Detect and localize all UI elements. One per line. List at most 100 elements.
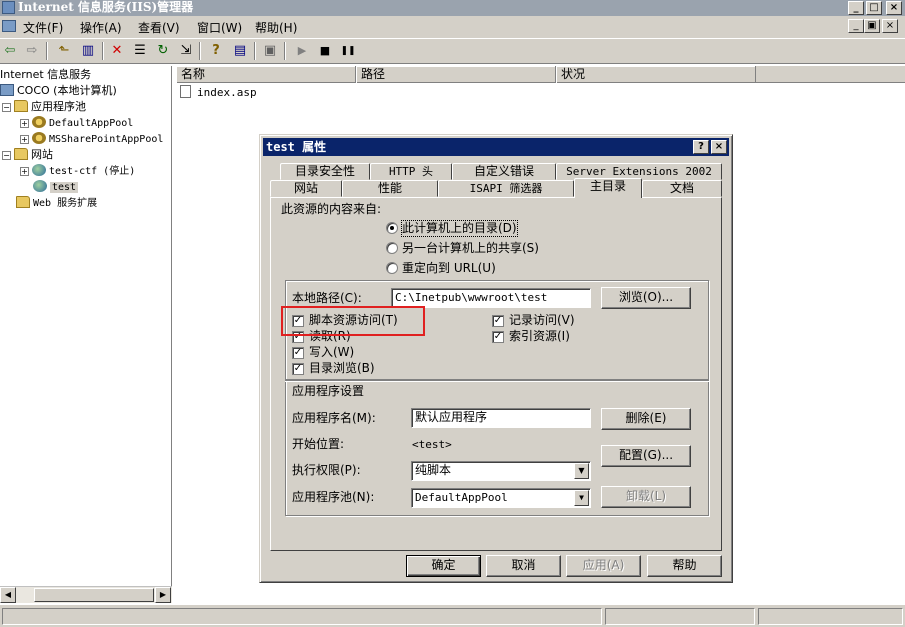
toolbar: ⇦ ⇨ ⬑ ▥ ✕ ☰ ↻ ⇲ ? ▤ ▣ ▶ ■ ❚❚ [0,38,905,64]
radio-label-local-directory[interactable]: 此计算机上的目录(D) [401,220,518,237]
app-pool-label: 应用程序池(N): [292,490,375,504]
toolbar-separator [46,42,48,60]
configuration-button[interactable]: 配置(G)... [601,445,691,467]
unload-button[interactable]: 卸载(L) [601,486,691,508]
checkbox-label-index-resource[interactable]: 索引资源(I) [509,329,570,344]
console-icon[interactable]: ▤ [232,43,248,59]
checkbox-label-log-visits[interactable]: 记录访问(V) [509,313,575,328]
collapse-icon[interactable]: − [2,103,11,112]
export-icon[interactable]: ⇲ [178,43,194,59]
list-header: 名称 路径 状况 [176,66,905,83]
help-icon[interactable]: ? [208,43,224,59]
tree-label: Web 服务扩展 [33,198,98,209]
scroll-right-icon[interactable]: ▶ [155,587,171,603]
tab-http-headers[interactable]: HTTP 头 [370,163,452,180]
toolbar-separator [284,42,286,60]
checkbox-label-directory-browsing[interactable]: 目录浏览(B) [309,361,375,376]
stop-icon[interactable]: ■ [317,43,333,59]
mdi-minimize-button[interactable]: _ [848,19,864,33]
tab-performance[interactable]: 性能 [342,180,438,197]
scroll-left-icon[interactable]: ◀ [0,587,16,603]
menu-action[interactable]: 操作(A) [80,19,122,36]
scrollbar-thumb[interactable] [34,588,154,602]
expand-icon[interactable]: + [20,167,29,176]
properties-icon[interactable]: ☰ [132,43,148,59]
column-header-status[interactable]: 状况 [556,66,756,83]
back-icon[interactable]: ⇦ [2,43,18,59]
radio-label-network-share[interactable]: 另一台计算机上的共享(S) [402,241,539,256]
tab-documents[interactable]: 文档 [642,180,722,197]
tab-custom-errors[interactable]: 自定义错误 [452,163,556,180]
dialog-close-button[interactable]: × [711,140,727,154]
app-pool-icon [32,132,46,144]
radio-label-redirect-url[interactable]: 重定向到 URL(U) [402,261,496,276]
folder-icon [14,100,28,112]
forward-icon[interactable]: ⇨ [24,43,40,59]
checkbox-directory-browsing[interactable]: ✓ [292,363,304,375]
tree-label: Internet 信息服务 [0,68,92,81]
tree-item-computer[interactable]: COCO (本地计算机) [0,83,117,99]
delete-icon[interactable]: ✕ [109,43,125,59]
radio-redirect-url[interactable] [386,262,398,274]
column-header-name[interactable]: 名称 [176,66,356,83]
tree-item-site-test[interactable]: test [33,179,79,195]
minimize-button[interactable]: _ [848,1,864,15]
radio-network-share[interactable] [386,242,398,254]
column-header-path[interactable]: 路径 [356,66,556,83]
menu-window[interactable]: 窗口(W) [197,19,242,36]
collapse-icon[interactable]: − [2,151,11,160]
console-icon [2,20,16,32]
tab-isapi-filters[interactable]: ISAPI 筛选器 [438,180,574,197]
menu-file[interactable]: 文件(F) [23,19,63,36]
expand-icon[interactable]: + [20,135,29,144]
menu-help[interactable]: 帮助(H) [255,19,297,36]
checkbox-label-write[interactable]: 写入(W) [309,345,354,360]
tree-item-websites[interactable]: − 网站 [2,147,53,163]
tree-item-web-extensions[interactable]: Web 服务扩展 [16,195,97,211]
radio-local-directory[interactable] [386,222,398,234]
tree-item-root[interactable]: Internet 信息服务 [0,67,91,83]
tree-item-app-pools[interactable]: − 应用程序池 [2,99,86,115]
maximize-button[interactable]: □ [866,1,882,15]
cancel-button[interactable]: 取消 [486,555,561,577]
up-folder-icon[interactable]: ⬑ [56,43,72,59]
execute-permissions-select[interactable]: 纯脚本 ▼ [411,461,591,481]
show-tree-icon[interactable]: ▥ [80,43,96,59]
list-item[interactable]: index.asp [180,85,257,101]
tree-item-pool-sharepoint[interactable]: + MSSharePointAppPool [20,131,163,147]
mdi-close-button[interactable]: × [882,19,898,33]
app-pool-select[interactable]: DefaultAppPool ▼ [411,488,591,508]
refresh-icon[interactable]: ↻ [155,43,171,59]
dialog-title-bar: test 属性 ? × [263,138,729,156]
checkbox-write[interactable]: ✓ [292,347,304,359]
ok-button[interactable]: 确定 [406,555,481,577]
checkbox-log-visits[interactable]: ✓ [492,315,504,327]
apply-button[interactable]: 应用(A) [566,555,641,577]
menu-view[interactable]: 查看(V) [138,19,180,36]
app-name-input[interactable]: 默认应用程序 [411,408,591,428]
pause-icon[interactable]: ❚❚ [340,43,356,59]
computer-icon[interactable]: ▣ [262,43,278,59]
iis-app-icon [2,1,15,14]
content-source-label: 此资源的内容来自: [281,202,382,216]
browse-button[interactable]: 浏览(O)... [601,287,691,309]
expand-icon[interactable]: + [20,119,29,128]
remove-button[interactable]: 删除(E) [601,408,691,430]
close-button[interactable]: × [886,1,902,15]
tab-website[interactable]: 网站 [270,180,342,197]
tree-item-site-test-ctf[interactable]: + test-ctf (停止) [20,163,135,179]
mdi-restore-button[interactable]: ▣ [864,19,880,33]
tree-horizontal-scrollbar[interactable]: ◀ ▶ [0,586,172,603]
checkbox-index-resource[interactable]: ✓ [492,331,504,343]
tree-item-pool-default[interactable]: + DefaultAppPool [20,115,133,131]
help-button[interactable]: 帮助 [647,555,722,577]
dialog-help-button[interactable]: ? [693,140,709,154]
dropdown-arrow-icon[interactable]: ▼ [574,490,589,506]
dropdown-arrow-icon[interactable]: ▼ [574,463,589,479]
local-path-input[interactable]: C:\Inetpub\wwwroot\test [391,288,591,308]
toolbar-separator [254,42,256,60]
play-icon[interactable]: ▶ [294,43,310,59]
tab-home-directory[interactable]: 主目录 [574,178,642,198]
tree-label: 网站 [31,148,53,161]
tab-directory-security[interactable]: 目录安全性 [280,163,370,180]
